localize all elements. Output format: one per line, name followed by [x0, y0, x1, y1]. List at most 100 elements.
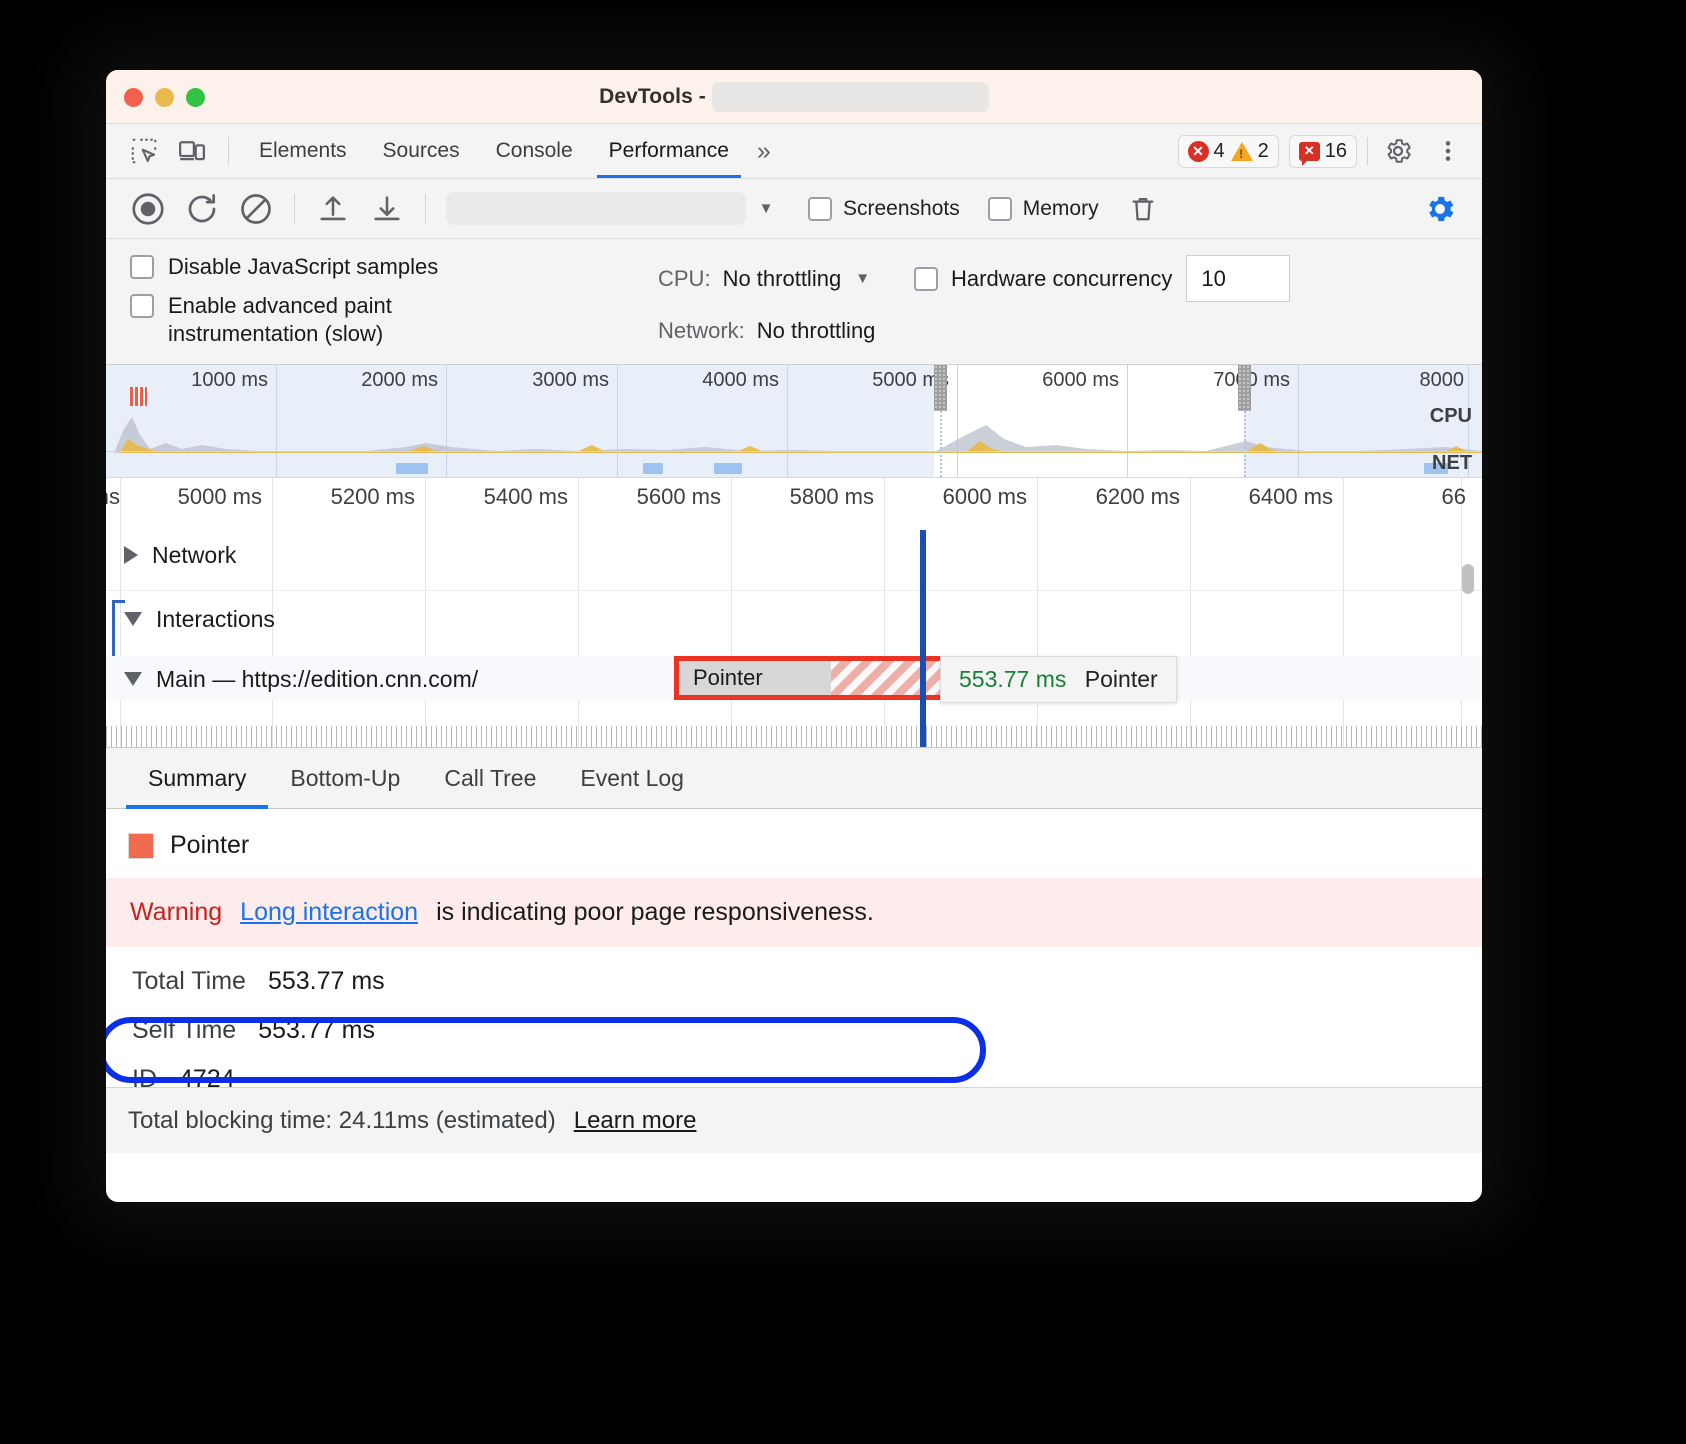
- hardware-concurrency-checkbox[interactable]: Hardware concurrency: [914, 266, 1172, 292]
- tab-event-log-label: Event Log: [580, 765, 684, 792]
- network-value[interactable]: No throttling: [757, 318, 876, 344]
- advanced-paint-checkbox[interactable]: Enable advanced paint instrumentation (s…: [130, 292, 658, 347]
- download-profile-icon[interactable]: [361, 186, 413, 232]
- total-blocking-time-text: Total blocking time: 24.11ms (estimated): [128, 1107, 556, 1135]
- summary-field-total-time: Total Time 553.77 ms: [106, 947, 1482, 996]
- self-time-value: 553.77 ms: [258, 1016, 375, 1045]
- flame-tick-label: 5200 ms: [331, 484, 425, 510]
- window-traffic-lights: [124, 88, 205, 107]
- main-thread-activity-strip[interactable]: [106, 726, 1482, 747]
- disable-js-samples-box[interactable]: [130, 255, 154, 279]
- flame-tick-label: 6000 ms: [943, 484, 1037, 510]
- more-tabs-icon[interactable]: »: [747, 124, 781, 178]
- overview-selection-handle-left[interactable]: [934, 365, 947, 411]
- hardware-concurrency-input[interactable]: 10: [1186, 255, 1290, 302]
- tab-performance[interactable]: Performance: [591, 124, 747, 178]
- tab-summary[interactable]: Summary: [126, 748, 268, 808]
- chevron-down-icon[interactable]: [124, 612, 142, 626]
- learn-more-link[interactable]: Learn more: [574, 1107, 697, 1135]
- flame-ruler: ms 5000 ms 5200 ms 5400 ms 5600 ms 5800 …: [106, 478, 1482, 520]
- memory-checkbox[interactable]: Memory: [988, 197, 1099, 221]
- tab-bottom-up[interactable]: Bottom-Up: [268, 748, 422, 808]
- gear-icon[interactable]: [1378, 131, 1418, 171]
- toolbar-divider: [228, 137, 229, 165]
- maximize-window-button[interactable]: [186, 88, 205, 107]
- long-interaction-link[interactable]: Long interaction: [240, 898, 418, 927]
- tab-event-log[interactable]: Event Log: [558, 748, 706, 808]
- tab-performance-label: Performance: [609, 139, 729, 163]
- cpu-value[interactable]: No throttling: [723, 266, 842, 292]
- timeline-overview[interactable]: 1000 ms 2000 ms 3000 ms 4000 ms 5000 ms …: [106, 365, 1482, 477]
- total-time-value: 553.77 ms: [268, 967, 385, 996]
- close-window-button[interactable]: [124, 88, 143, 107]
- timeline-playhead[interactable]: [920, 530, 926, 747]
- record-icon[interactable]: [122, 186, 174, 232]
- perf-divider-2: [425, 194, 426, 224]
- messages-badge-group[interactable]: ✕ 16: [1289, 135, 1357, 168]
- hardware-concurrency-box[interactable]: [914, 267, 938, 291]
- memory-checkbox-box[interactable]: [988, 197, 1012, 221]
- inspect-element-icon[interactable]: [120, 124, 168, 178]
- summary-event-name: Pointer: [170, 831, 249, 860]
- overview-selection-handle-right[interactable]: [1238, 365, 1251, 411]
- trash-icon[interactable]: [1117, 186, 1169, 232]
- warning-count-badge[interactable]: 2: [1231, 140, 1269, 163]
- performance-toolbar: ▼ Screenshots Memory: [106, 179, 1482, 239]
- issues-badge-group[interactable]: ✕ 4 2: [1178, 135, 1279, 168]
- device-toolbar-icon[interactable]: [168, 124, 216, 178]
- flame-group-network[interactable]: Network: [106, 520, 1482, 590]
- flame-group-interactions-label: Interactions: [156, 606, 275, 633]
- flame-group-interactions[interactable]: Interactions: [106, 590, 1482, 648]
- devtools-tabstrip: Elements Sources Console Performance » ✕…: [106, 124, 1482, 179]
- tab-elements[interactable]: Elements: [241, 124, 365, 178]
- window-title-text: DevTools -: [599, 85, 706, 109]
- minimize-window-button[interactable]: [155, 88, 174, 107]
- profile-select[interactable]: [446, 192, 746, 225]
- capture-settings-gear-icon[interactable]: [1414, 186, 1466, 232]
- screenshots-checkbox-box[interactable]: [808, 197, 832, 221]
- chevron-down-icon[interactable]: [124, 672, 142, 686]
- network-throttling-row: Network: No throttling: [658, 318, 1482, 344]
- tab-call-tree[interactable]: Call Tree: [422, 748, 558, 808]
- window-title: DevTools -: [106, 82, 1482, 112]
- screenshot-root: DevTools - Elem: [0, 0, 1686, 1444]
- chevron-right-icon[interactable]: [124, 546, 138, 564]
- flame-scrollbar-thumb[interactable]: [1462, 564, 1474, 594]
- upload-profile-icon[interactable]: [307, 186, 359, 232]
- tab-console-label: Console: [496, 139, 573, 163]
- overview-tick-label: 3000 ms: [532, 369, 617, 392]
- event-tooltip: 553.77 ms Pointer: [940, 656, 1177, 703]
- summary-footer: Total blocking time: 24.11ms (estimated)…: [106, 1087, 1482, 1153]
- warning-triangle-icon: [1231, 142, 1253, 161]
- pointer-interaction-label: Pointer: [679, 665, 763, 691]
- disable-js-samples-checkbox[interactable]: Disable JavaScript samples: [130, 253, 658, 280]
- flame-tick-label: 66: [1442, 484, 1476, 510]
- flame-chart[interactable]: ms 5000 ms 5200 ms 5400 ms 5600 ms 5800 …: [106, 477, 1482, 747]
- tooltip-duration: 553.77 ms: [959, 666, 1066, 692]
- tab-call-tree-label: Call Tree: [444, 765, 536, 792]
- details-tabstrip: Summary Bottom-Up Call Tree Event Log: [106, 747, 1482, 809]
- flame-group-main[interactable]: Main — https://edition.cnn.com/: [106, 650, 1482, 708]
- tab-bottom-up-label: Bottom-Up: [290, 765, 400, 792]
- kebab-menu-icon[interactable]: [1428, 131, 1468, 171]
- cpu-chevron-down-icon[interactable]: ▼: [855, 270, 870, 287]
- flame-group-main-label: Main — https://edition.cnn.com/: [156, 666, 478, 693]
- error-count-badge[interactable]: ✕ 4: [1188, 140, 1225, 163]
- tab-sources[interactable]: Sources: [365, 124, 478, 178]
- total-time-key: Total Time: [132, 967, 246, 996]
- advanced-paint-box[interactable]: [130, 294, 154, 318]
- overview-tick-label: 8000: [1420, 369, 1473, 392]
- tools-divider: [1367, 137, 1368, 165]
- clear-icon[interactable]: [230, 186, 282, 232]
- tab-sources-label: Sources: [383, 139, 460, 163]
- screenshots-checkbox[interactable]: Screenshots: [808, 197, 960, 221]
- message-count-badge[interactable]: ✕ 16: [1299, 140, 1347, 163]
- window-titlebar: DevTools -: [106, 70, 1482, 124]
- tab-console[interactable]: Console: [478, 124, 591, 178]
- self-time-key: Self Time: [132, 1016, 236, 1045]
- reload-record-icon[interactable]: [176, 186, 228, 232]
- summary-event-header: Pointer: [106, 809, 1482, 878]
- overview-net-label: NET: [1432, 452, 1472, 475]
- flame-tick-label: 5800 ms: [790, 484, 884, 510]
- chevron-down-icon[interactable]: ▼: [748, 200, 784, 217]
